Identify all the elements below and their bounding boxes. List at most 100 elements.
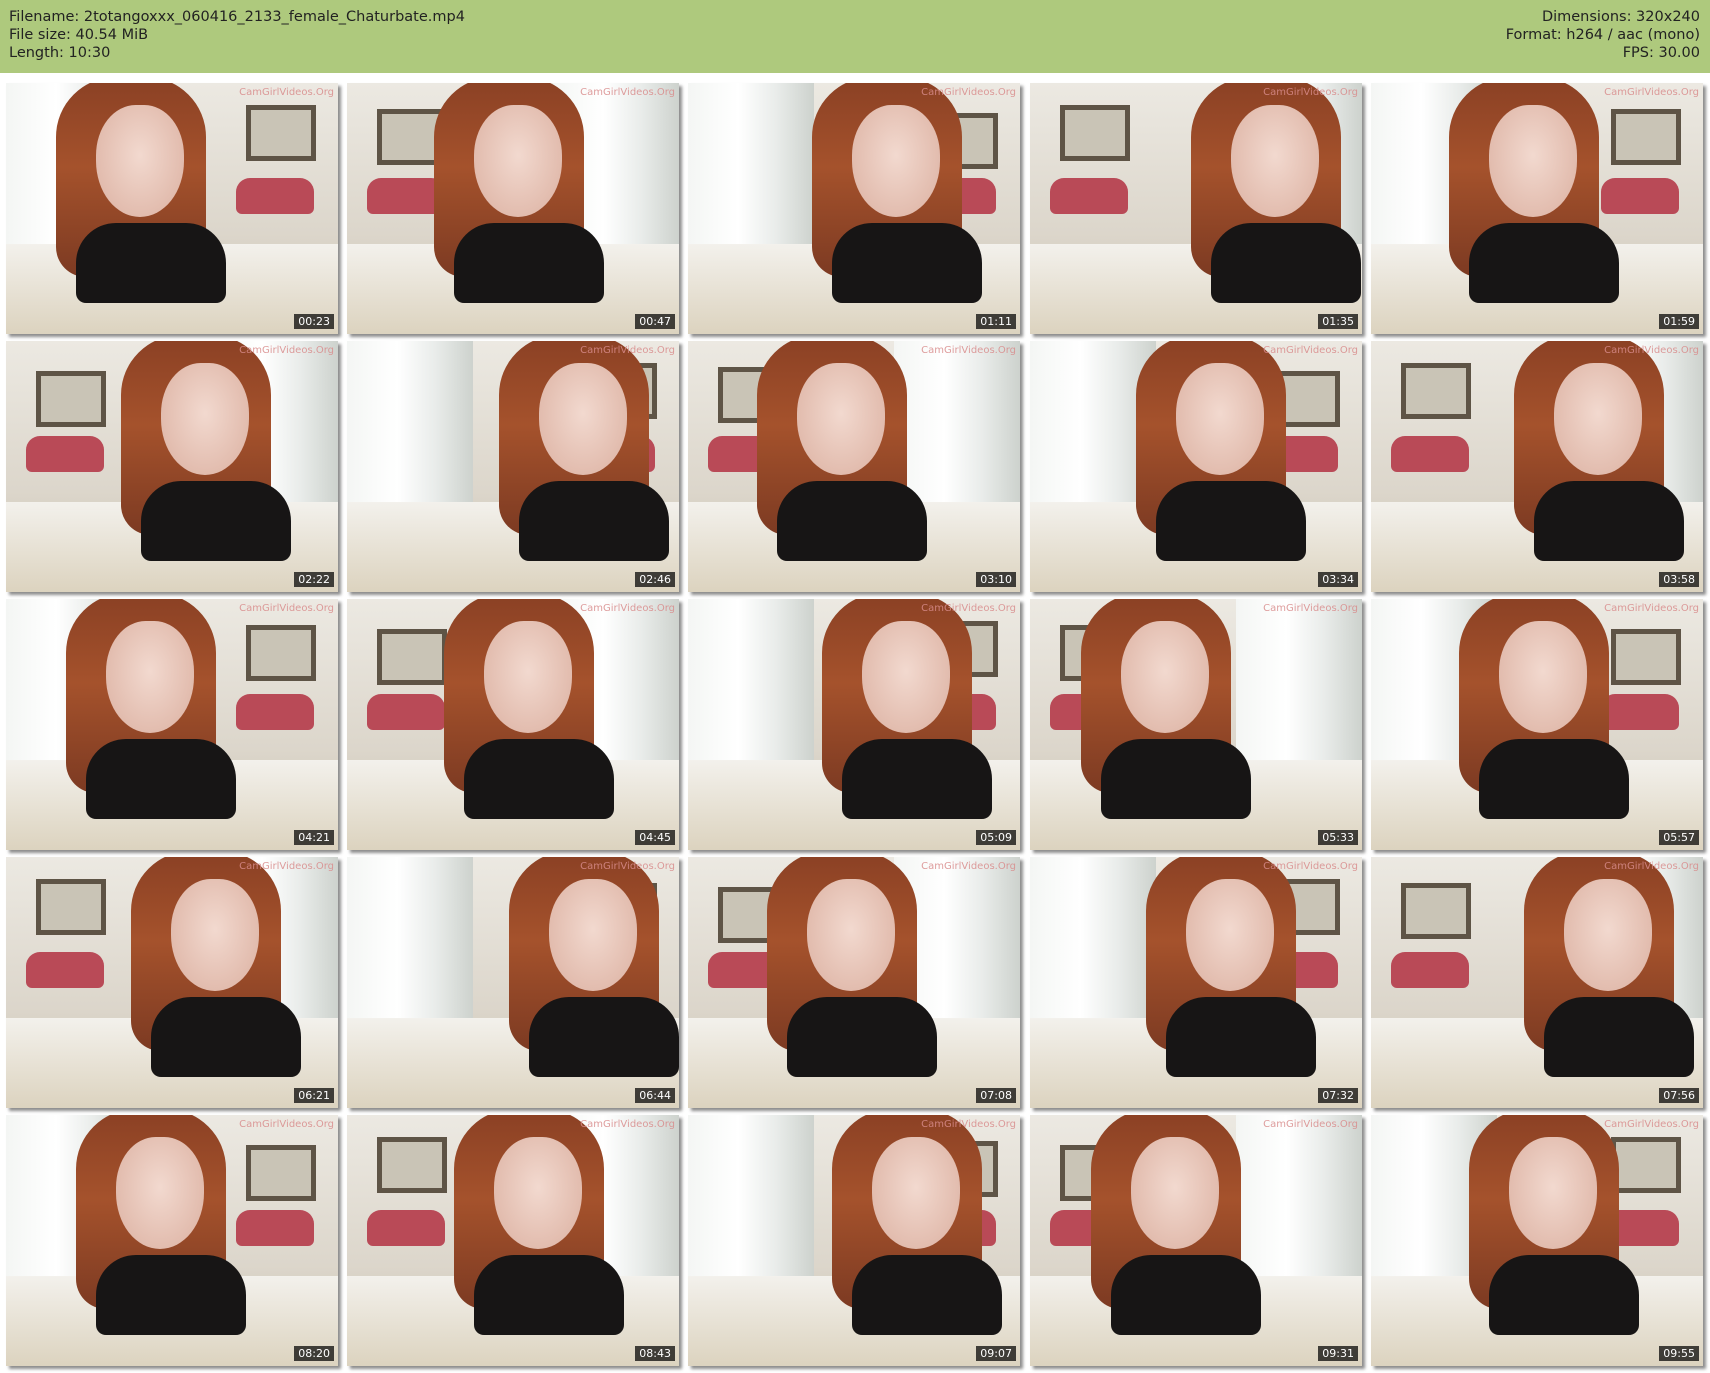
- scene-mirror: [246, 625, 316, 681]
- video-thumbnail[interactable]: CamGirlVideos.Org 03:10: [688, 341, 1020, 592]
- figure-face: [1186, 879, 1274, 991]
- watermark-text: CamGirlVideos.Org: [1263, 87, 1358, 98]
- video-thumbnail[interactable]: CamGirlVideos.Org 00:23: [6, 83, 338, 334]
- figure-face: [1121, 621, 1209, 733]
- video-thumbnail[interactable]: CamGirlVideos.Org 07:32: [1030, 857, 1362, 1108]
- figure-face: [116, 1137, 204, 1249]
- video-thumbnail[interactable]: CamGirlVideos.Org 08:20: [6, 1115, 338, 1366]
- timestamp-label: 05:33: [1318, 830, 1358, 845]
- file-info-right: Dimensions: 320x240 Format: h264 / aac (…: [1506, 8, 1700, 62]
- scene-sofa: [1391, 436, 1469, 472]
- video-thumbnail[interactable]: CamGirlVideos.Org 07:08: [688, 857, 1020, 1108]
- video-thumbnail[interactable]: CamGirlVideos.Org 01:11: [688, 83, 1020, 334]
- scene-sofa: [367, 694, 445, 730]
- scene-sofa: [1601, 694, 1679, 730]
- figure-top: [454, 223, 604, 303]
- file-info-left: Filename: 2totangoxxx_060416_2133_female…: [9, 8, 465, 62]
- video-thumbnail[interactable]: CamGirlVideos.Org 05:57: [1371, 599, 1703, 850]
- scene-sofa: [1601, 178, 1679, 214]
- video-thumbnail[interactable]: CamGirlVideos.Org 09:31: [1030, 1115, 1362, 1366]
- video-thumbnail[interactable]: CamGirlVideos.Org 04:21: [6, 599, 338, 850]
- scene-sofa: [26, 436, 104, 472]
- figure-face: [494, 1137, 582, 1249]
- figure-face: [1489, 105, 1577, 217]
- timestamp-label: 05:57: [1659, 830, 1699, 845]
- figure-top: [464, 739, 614, 819]
- timestamp-label: 08:20: [294, 1346, 334, 1361]
- figure-top: [529, 997, 679, 1077]
- figure-top: [1111, 1255, 1261, 1335]
- figure-face: [852, 105, 940, 217]
- figure-face: [872, 1137, 960, 1249]
- watermark-text: CamGirlVideos.Org: [921, 861, 1016, 872]
- figure-face: [171, 879, 259, 991]
- figure-face: [807, 879, 895, 991]
- video-thumbnail[interactable]: CamGirlVideos.Org 09:07: [688, 1115, 1020, 1366]
- figure-face: [474, 105, 562, 217]
- timestamp-label: 02:46: [635, 572, 675, 587]
- timestamp-label: 01:11: [976, 314, 1016, 329]
- video-thumbnail[interactable]: CamGirlVideos.Org 05:09: [688, 599, 1020, 850]
- timestamp-label: 07:32: [1318, 1088, 1358, 1103]
- scene-sofa: [236, 694, 314, 730]
- video-thumbnail[interactable]: CamGirlVideos.Org 01:59: [1371, 83, 1703, 334]
- video-thumbnail[interactable]: CamGirlVideos.Org 04:45: [347, 599, 679, 850]
- figure-face: [1176, 363, 1264, 475]
- figure-top: [842, 739, 992, 819]
- scene-mirror: [246, 1145, 316, 1201]
- video-thumbnail[interactable]: CamGirlVideos.Org 03:34: [1030, 341, 1362, 592]
- figure-face: [1564, 879, 1652, 991]
- timestamp-label: 09:55: [1659, 1346, 1699, 1361]
- video-thumbnail[interactable]: CamGirlVideos.Org 05:33: [1030, 599, 1362, 850]
- watermark-text: CamGirlVideos.Org: [1263, 861, 1358, 872]
- scene-sofa: [26, 952, 104, 988]
- watermark-text: CamGirlVideos.Org: [1263, 1119, 1358, 1130]
- watermark-text: CamGirlVideos.Org: [1604, 603, 1699, 614]
- filename-label: Filename: 2totangoxxx_060416_2133_female…: [9, 9, 465, 25]
- info-header: Filename: 2totangoxxx_060416_2133_female…: [0, 0, 1710, 73]
- watermark-text: CamGirlVideos.Org: [1604, 87, 1699, 98]
- watermark-text: CamGirlVideos.Org: [239, 861, 334, 872]
- watermark-text: CamGirlVideos.Org: [1604, 345, 1699, 356]
- figure-top: [1166, 997, 1316, 1077]
- figure-top: [1534, 481, 1684, 561]
- watermark-text: CamGirlVideos.Org: [580, 345, 675, 356]
- video-thumbnail[interactable]: CamGirlVideos.Org 02:46: [347, 341, 679, 592]
- figure-face: [539, 363, 627, 475]
- scene-mirror: [1611, 1137, 1681, 1193]
- figure-top: [1489, 1255, 1639, 1335]
- video-thumbnail[interactable]: CamGirlVideos.Org 06:44: [347, 857, 679, 1108]
- video-thumbnail[interactable]: CamGirlVideos.Org 00:47: [347, 83, 679, 334]
- video-thumbnail[interactable]: CamGirlVideos.Org 01:35: [1030, 83, 1362, 334]
- timestamp-label: 06:21: [294, 1088, 334, 1103]
- file-size-label: File size: 40.54 MiB: [9, 27, 149, 43]
- timestamp-label: 07:56: [1659, 1088, 1699, 1103]
- watermark-text: CamGirlVideos.Org: [239, 603, 334, 614]
- video-thumbnail[interactable]: CamGirlVideos.Org 09:55: [1371, 1115, 1703, 1366]
- figure-face: [1231, 105, 1319, 217]
- scene-mirror: [36, 371, 106, 427]
- watermark-text: CamGirlVideos.Org: [1604, 861, 1699, 872]
- watermark-text: CamGirlVideos.Org: [1263, 345, 1358, 356]
- dimensions-label: Dimensions: 320x240: [1541, 9, 1700, 25]
- video-thumbnail[interactable]: CamGirlVideos.Org 07:56: [1371, 857, 1703, 1108]
- video-thumbnail[interactable]: CamGirlVideos.Org 03:58: [1371, 341, 1703, 592]
- timestamp-label: 04:45: [635, 830, 675, 845]
- scene-mirror: [1401, 363, 1471, 419]
- video-thumbnail[interactable]: CamGirlVideos.Org 08:43: [347, 1115, 679, 1366]
- timestamp-label: 00:47: [635, 314, 675, 329]
- scene-mirror: [377, 629, 447, 685]
- fps-label: FPS: 30.00: [1622, 45, 1700, 61]
- figure-top: [1479, 739, 1629, 819]
- watermark-text: CamGirlVideos.Org: [580, 1119, 675, 1130]
- length-label: Length: 10:30: [9, 45, 111, 61]
- figure-face: [797, 363, 885, 475]
- scene-mirror: [377, 1137, 447, 1193]
- watermark-text: CamGirlVideos.Org: [921, 603, 1016, 614]
- timestamp-label: 01:35: [1318, 314, 1358, 329]
- video-thumbnail[interactable]: CamGirlVideos.Org 02:22: [6, 341, 338, 592]
- figure-face: [1509, 1137, 1597, 1249]
- video-thumbnail[interactable]: CamGirlVideos.Org 06:21: [6, 857, 338, 1108]
- figure-face: [106, 621, 194, 733]
- figure-top: [1156, 481, 1306, 561]
